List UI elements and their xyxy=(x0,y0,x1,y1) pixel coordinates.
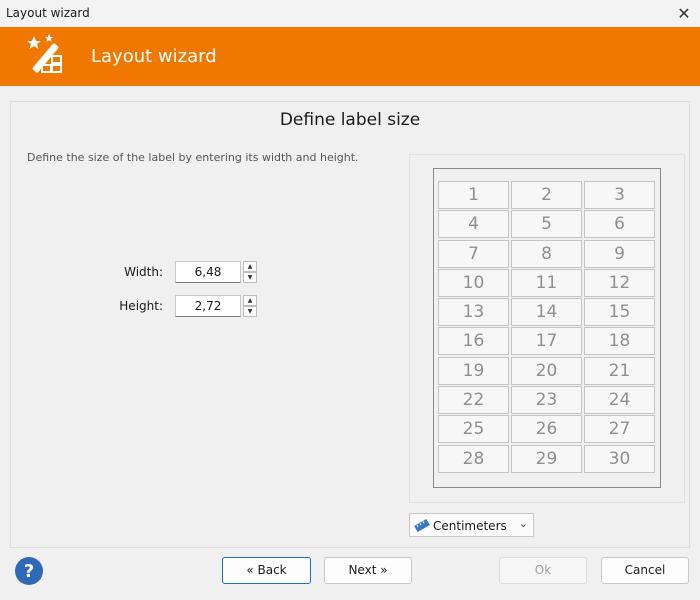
label-cell: 7 xyxy=(438,239,509,268)
label-cell: 1 xyxy=(438,181,509,209)
label-cell: 27 xyxy=(584,415,655,444)
label-cell: 18 xyxy=(584,327,655,356)
label-cell: 4 xyxy=(438,210,509,239)
label-cell: 28 xyxy=(438,444,509,473)
label-cell: 10 xyxy=(438,268,509,297)
window-title: Layout wizard xyxy=(6,6,90,20)
label-cell: 8 xyxy=(511,239,582,268)
chevron-down-icon: ⌄ xyxy=(518,517,528,530)
height-stepper[interactable]: ▲ ▼ xyxy=(243,295,257,317)
help-icon[interactable]: ? xyxy=(14,556,44,586)
label-cell: 3 xyxy=(584,181,655,209)
height-increment-button[interactable]: ▲ xyxy=(243,295,257,306)
height-field[interactable]: 2,72 xyxy=(175,295,241,317)
label-cell: 30 xyxy=(584,444,655,473)
width-decrement-button[interactable]: ▼ xyxy=(243,272,257,283)
banner-title: Layout wizard xyxy=(91,46,217,67)
units-dropdown[interactable]: Centimeters ⌄ xyxy=(409,513,534,537)
label-cell: 14 xyxy=(511,298,582,327)
svg-text:?: ? xyxy=(24,561,34,582)
back-button[interactable]: « Back xyxy=(222,557,311,584)
page-title: Define label size xyxy=(279,110,421,130)
height-decrement-button[interactable]: ▼ xyxy=(243,306,257,317)
width-increment-button[interactable]: ▲ xyxy=(243,261,257,272)
label-cell: 29 xyxy=(511,444,582,473)
width-stepper[interactable]: ▲ ▼ xyxy=(243,261,257,283)
label-cell: 6 xyxy=(584,210,655,239)
label-cell: 21 xyxy=(584,356,655,385)
label-cell: 20 xyxy=(511,356,582,385)
next-button[interactable]: Next » xyxy=(324,557,412,584)
label-cell: 5 xyxy=(511,210,582,239)
title-bar: Layout wizard ✕ xyxy=(0,0,700,27)
cancel-button[interactable]: Cancel xyxy=(601,557,689,584)
label-cell: 15 xyxy=(584,298,655,327)
magic-wand-icon xyxy=(27,34,62,73)
wizard-banner: Layout wizard xyxy=(0,27,700,86)
label-cell: 24 xyxy=(584,386,655,415)
label-cell: 26 xyxy=(511,415,582,444)
label-cell: 11 xyxy=(511,268,582,297)
label-cell: 23 xyxy=(511,386,582,415)
units-selected-value: Centimeters xyxy=(433,519,507,533)
label-cell: 13 xyxy=(438,298,509,327)
ruler-icon xyxy=(414,518,430,532)
label-cell: 16 xyxy=(438,327,509,356)
label-cell: 9 xyxy=(584,239,655,268)
width-field[interactable]: 6,48 xyxy=(175,261,241,283)
width-label: Width: xyxy=(124,265,163,279)
ok-button[interactable]: Ok xyxy=(499,557,587,584)
label-cell: 25 xyxy=(438,415,509,444)
height-label: Height: xyxy=(119,299,163,313)
page-description: Define the size of the label by entering… xyxy=(27,151,359,164)
close-icon[interactable]: ✕ xyxy=(674,4,694,24)
label-cell: 19 xyxy=(438,356,509,385)
label-cell: 22 xyxy=(438,386,509,415)
label-grid: 1 2 3 4 5 6 7 8 9 10 11 12 13 14 15 16 17 18 19 20 21 22 23 24 2… xyxy=(438,181,658,473)
label-cell: 2 xyxy=(511,181,582,209)
label-cell: 12 xyxy=(584,268,655,297)
label-cell: 17 xyxy=(511,327,582,356)
